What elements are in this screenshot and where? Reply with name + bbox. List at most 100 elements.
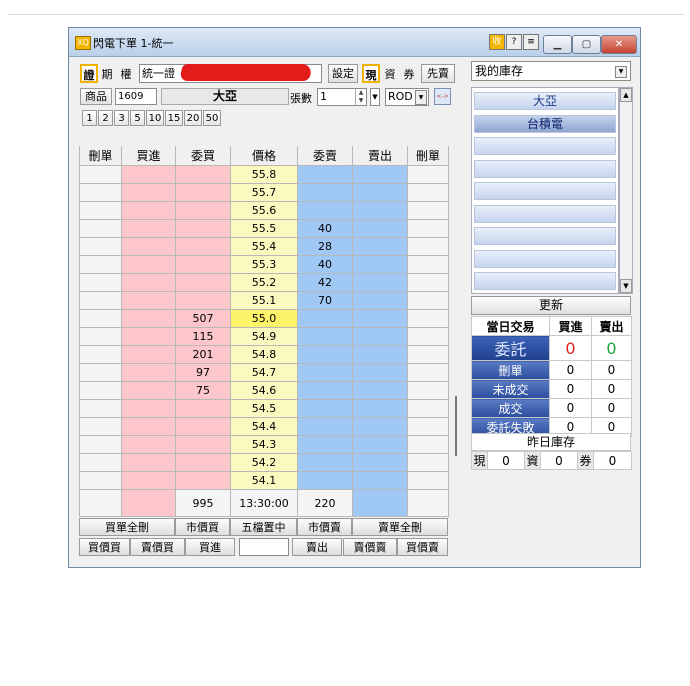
qty-preset-1[interactable]: 1	[82, 110, 97, 126]
center-five-button[interactable]: 五檔置中	[230, 518, 297, 536]
product-label[interactable]: 商品	[80, 88, 112, 105]
sell-cell[interactable]	[352, 237, 408, 256]
delete-buy-cell[interactable]	[79, 345, 122, 364]
sell-cell[interactable]	[352, 435, 408, 454]
price-cell[interactable]: 54.8	[230, 345, 298, 364]
buy-cell[interactable]	[121, 399, 176, 418]
delete-buy-cell[interactable]	[79, 255, 122, 274]
price-cell[interactable]: 54.7	[230, 363, 298, 382]
delete-buy-cell[interactable]	[79, 309, 122, 328]
delete-buy-cell[interactable]	[79, 363, 122, 382]
qty-preset-3[interactable]: 3	[114, 110, 129, 126]
buy-cell[interactable]	[121, 219, 176, 238]
stock-list-item[interactable]	[474, 137, 616, 155]
maximize-button[interactable]: ▢	[572, 35, 601, 54]
qty-preset-2[interactable]: 2	[98, 110, 113, 126]
sell-at-bid-button[interactable]: 買價賣	[397, 538, 448, 556]
delete-buy-cell[interactable]	[79, 291, 122, 310]
sell-cell[interactable]	[352, 183, 408, 202]
delete-buy-cell[interactable]	[79, 219, 122, 238]
buy-cell[interactable]	[121, 471, 176, 490]
buy-cell[interactable]	[121, 237, 176, 256]
sell-cell[interactable]	[352, 291, 408, 310]
inventory-dropdown[interactable]: 我的庫存 ▼	[471, 61, 631, 81]
link-icon[interactable]: <->	[434, 88, 451, 105]
delete-sell-cell[interactable]	[407, 363, 449, 382]
menu-icon[interactable]: ≡	[523, 34, 539, 50]
title-bar[interactable]: XQ 閃電下單 1-統一 收 ? ≡ ▁ ▢ ✕	[69, 28, 640, 57]
price-cell[interactable]: 54.2	[230, 453, 298, 472]
market-buy-button[interactable]: 市價買	[175, 518, 230, 536]
delete-sell-cell[interactable]	[407, 237, 449, 256]
delete-sell-cell[interactable]	[407, 399, 449, 418]
buy-cell[interactable]	[121, 165, 176, 184]
buy-cell[interactable]	[121, 453, 176, 472]
price-input[interactable]	[239, 538, 289, 556]
stock-list-item[interactable]	[474, 204, 616, 223]
buy-at-bid-button[interactable]: 買價買	[79, 538, 130, 556]
stock-list-item[interactable]	[474, 182, 616, 200]
close-button[interactable]: ✕	[601, 35, 637, 54]
qty-stepper-icon[interactable]: ▲ ▼	[355, 89, 366, 105]
current-price-cell[interactable]: 55.0	[230, 309, 298, 328]
buy-at-ask-button[interactable]: 賣價買	[130, 538, 185, 556]
delete-buy-cell[interactable]	[79, 381, 122, 400]
delete-sell-cell[interactable]	[407, 345, 449, 364]
delete-buy-cell[interactable]	[79, 165, 122, 184]
price-cell[interactable]: 54.4	[230, 417, 298, 436]
price-cell[interactable]: 55.7	[230, 183, 298, 202]
sell-cell[interactable]	[352, 453, 408, 472]
delete-sell-cell[interactable]	[407, 255, 449, 274]
sell-cell[interactable]	[352, 399, 408, 418]
qty-preset-5[interactable]: 5	[130, 110, 145, 126]
price-cell[interactable]: 54.3	[230, 435, 298, 454]
sell-cell[interactable]	[352, 417, 408, 436]
delete-sell-cell[interactable]	[407, 219, 449, 238]
sell-cell[interactable]	[352, 471, 408, 490]
refresh-button[interactable]: 更新	[471, 296, 631, 315]
delete-sell-cell[interactable]	[407, 201, 449, 220]
stock-list-item[interactable]: 大亞	[474, 92, 616, 110]
price-cell[interactable]: 55.4	[230, 237, 298, 256]
stock-list-item[interactable]	[474, 159, 616, 178]
buy-cell[interactable]	[121, 201, 176, 220]
scroll-down-icon[interactable]: ▼	[620, 279, 632, 293]
qty-preset-10[interactable]: 10	[146, 110, 164, 126]
buy-cell[interactable]	[121, 327, 176, 346]
delete-buy-cell[interactable]	[79, 183, 122, 202]
delete-buy-cell[interactable]	[79, 417, 122, 436]
margin-toggle[interactable]: 資	[381, 64, 399, 83]
futures-toggle[interactable]: 期	[98, 64, 116, 83]
buy-cell[interactable]	[121, 345, 176, 364]
buy-cell[interactable]	[121, 183, 176, 202]
delete-sell-cell[interactable]	[407, 453, 449, 472]
cert-toggle[interactable]: 證	[80, 64, 98, 83]
stock-list-item[interactable]: 台積電	[474, 114, 616, 133]
chevron-down-icon[interactable]: ▼	[415, 90, 427, 105]
sell-cell[interactable]	[352, 273, 408, 292]
buy-cell[interactable]	[121, 255, 176, 274]
product-code-input[interactable]: 1609	[115, 88, 157, 105]
delete-sell-cell[interactable]	[407, 435, 449, 454]
delete-buy-cell[interactable]	[79, 201, 122, 220]
sell-cell[interactable]	[352, 309, 408, 328]
buy-cell[interactable]	[121, 291, 176, 310]
stock-list-item[interactable]	[474, 272, 616, 290]
options-toggle[interactable]: 權	[117, 64, 135, 83]
sell-cell[interactable]	[352, 381, 408, 400]
delete-buy-cell[interactable]	[79, 471, 122, 490]
price-cell[interactable]: 55.2	[230, 273, 298, 292]
stock-list-item[interactable]	[474, 249, 616, 268]
delete-buy-cell[interactable]	[79, 327, 122, 346]
sell-button[interactable]: 賣出	[292, 538, 342, 556]
delete-sell-cell[interactable]	[407, 381, 449, 400]
delete-buy-cell[interactable]	[79, 453, 122, 472]
sell-cell[interactable]	[352, 327, 408, 346]
delete-buy-cell[interactable]	[79, 273, 122, 292]
qty-preset-15[interactable]: 15	[165, 110, 183, 126]
price-cell[interactable]: 55.3	[230, 255, 298, 274]
stock-list-scrollbar[interactable]: ▲ ▼	[619, 87, 633, 294]
delete-sell-cell[interactable]	[407, 471, 449, 490]
price-cell[interactable]: 55.1	[230, 291, 298, 310]
cash-toggle[interactable]: 現	[362, 64, 380, 83]
